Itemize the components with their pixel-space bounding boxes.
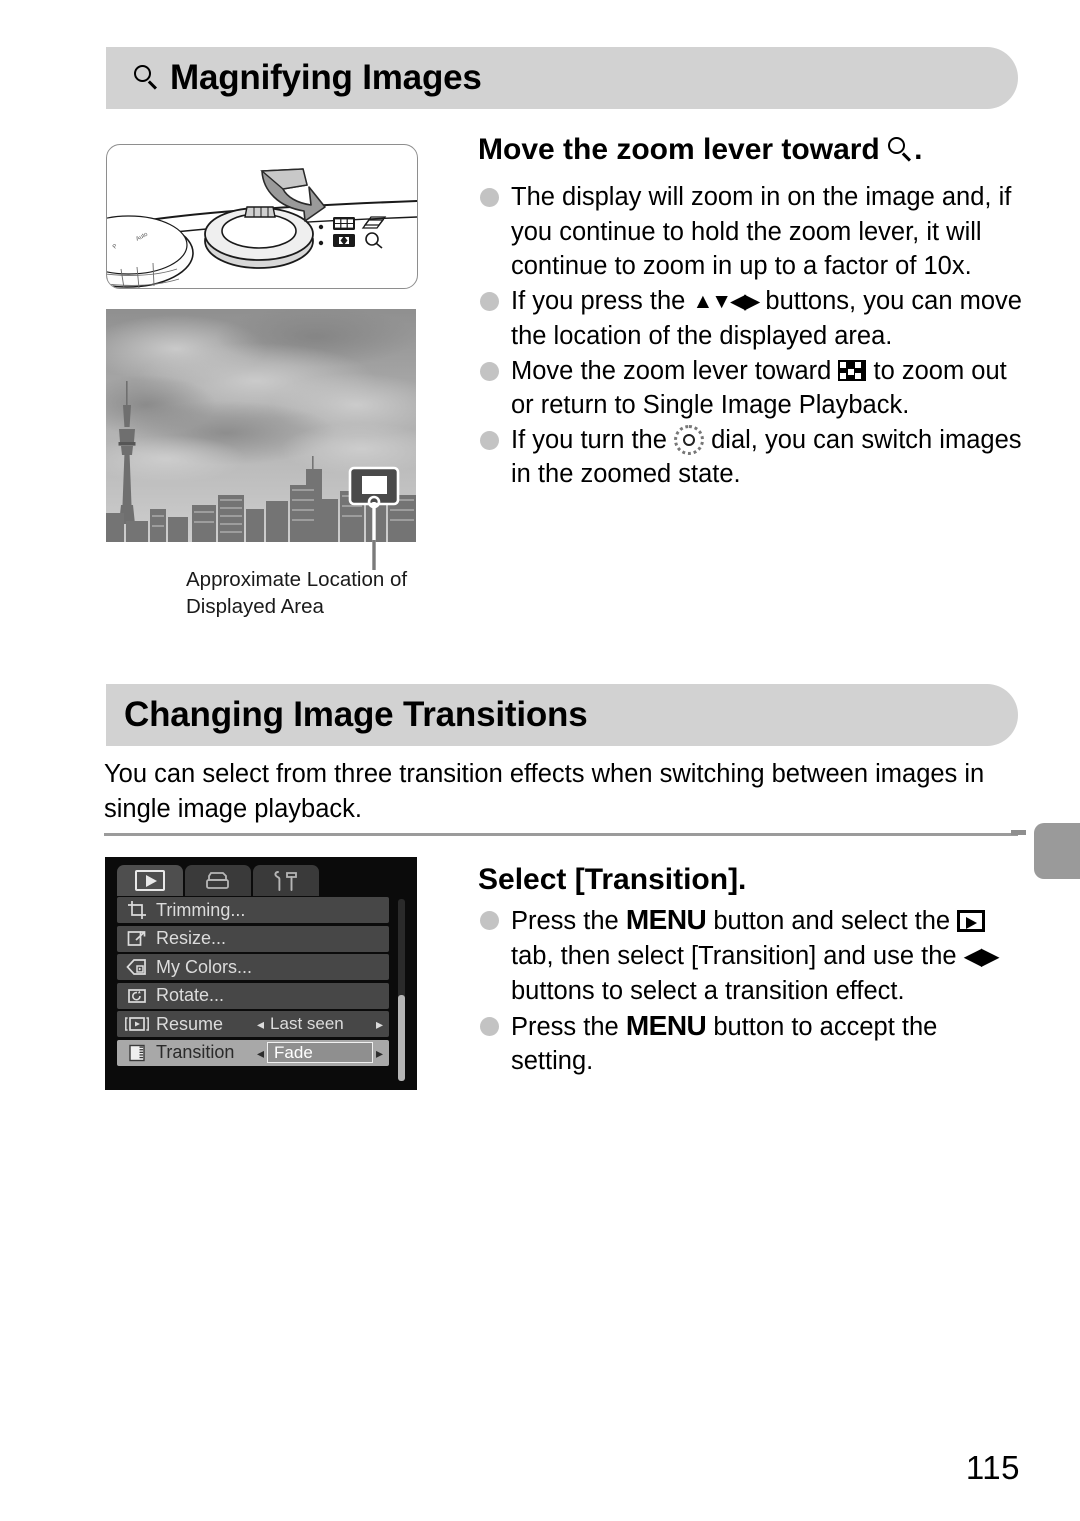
menu-row-my-colors[interactable]: My Colors... bbox=[117, 954, 389, 980]
tab-playback[interactable] bbox=[117, 865, 183, 896]
menu-scrollbar[interactable] bbox=[398, 899, 405, 1081]
left-right-buttons-icon: ◀▶ bbox=[963, 942, 1000, 970]
value-prev-arrow-icon[interactable]: ◂ bbox=[257, 1046, 264, 1060]
resize-icon bbox=[122, 928, 152, 950]
menu-item-list: Trimming... Resize... My Colors... Rotat… bbox=[117, 897, 389, 1068]
intro-paragraph: You can select from three transition eff… bbox=[104, 760, 985, 823]
menu-button-label: MENU bbox=[625, 1009, 707, 1041]
menu-row-label: Trimming... bbox=[156, 899, 246, 920]
photo-caption: Approximate Location of Displayed Area bbox=[186, 568, 408, 618]
menu-button-label: MENU bbox=[625, 904, 707, 935]
printer-icon bbox=[206, 871, 229, 889]
list-item: The display will zoom in on the image an… bbox=[478, 180, 1023, 284]
sample-photo-cityscape bbox=[106, 309, 416, 542]
step-heading-move-zoom-lever: Move the zoom lever toward . bbox=[478, 133, 922, 167]
menu-row-label: Rotate... bbox=[156, 985, 225, 1005]
step-bullets-transitions: Press the MENU button and select the tab… bbox=[478, 903, 1023, 1079]
list-item: If you press the ▲▼◀▶ buttons, you can m… bbox=[478, 284, 1023, 354]
updown-leftright-buttons-icon: ▲▼◀▶ bbox=[692, 289, 760, 313]
bullet-text-p4: buttons to select a transition effect. bbox=[511, 977, 905, 1005]
section-title: Magnifying Images bbox=[170, 58, 482, 97]
value-next-arrow-icon[interactable]: ▸ bbox=[376, 1017, 383, 1031]
list-item: Move the zoom lever toward to zoom out o… bbox=[478, 354, 1023, 423]
menu-row-label: Resize... bbox=[156, 928, 227, 948]
tab-settings[interactable] bbox=[253, 865, 319, 896]
list-item: Press the MENU button to accept the sett… bbox=[478, 1009, 1023, 1079]
bullet-text-p1: Press the bbox=[511, 907, 626, 935]
index-view-icon bbox=[838, 359, 867, 381]
value-box[interactable]: Fade bbox=[267, 1042, 373, 1063]
section-heading-magnifying-images: Magnifying Images bbox=[106, 47, 1018, 109]
thumb-index-dash bbox=[1011, 830, 1026, 835]
menu-row-value[interactable]: ◂ Fade ▸ bbox=[257, 1042, 383, 1063]
control-dial-icon bbox=[674, 424, 705, 455]
menu-row-resize[interactable]: Resize... bbox=[117, 925, 389, 952]
divider bbox=[104, 833, 1018, 836]
menu-row-value[interactable]: ◂ Last seen ▸ bbox=[257, 1014, 383, 1035]
step-heading-text: Move the zoom lever toward bbox=[478, 133, 880, 166]
menu-tab-bar bbox=[117, 865, 321, 896]
thumb-index-tab bbox=[1034, 823, 1080, 879]
bullet-text-p3: tab, then select [Transition] and use th… bbox=[511, 941, 964, 970]
wrench-hammer-icon bbox=[274, 870, 297, 891]
section-heading-changing-image-transitions: Changing Image Transitions bbox=[106, 684, 1018, 746]
bullet-text-pre: If you press the bbox=[511, 286, 693, 315]
transition-icon bbox=[122, 1042, 152, 1064]
section-title: Changing Image Transitions bbox=[124, 695, 588, 734]
bullet-dot-icon bbox=[480, 361, 499, 381]
menu-row-rotate[interactable]: Rotate... bbox=[117, 982, 389, 1009]
list-item: Press the MENU button and select the tab… bbox=[478, 903, 1023, 1009]
camera-top-illustration: Auto P Av Tv M bbox=[106, 144, 418, 289]
bullet-dot-icon bbox=[480, 188, 499, 207]
bullet-text-pre: If you turn the bbox=[511, 425, 675, 454]
trimming-icon bbox=[122, 899, 152, 921]
camera-menu-screenshot: Trimming... Resize... My Colors... Rotat… bbox=[105, 857, 417, 1090]
value-text: Fade bbox=[274, 1042, 313, 1062]
step-bullets-magnifying: The display will zoom in on the image an… bbox=[478, 180, 1023, 492]
list-item: If you turn the dial, you can switch ima… bbox=[478, 423, 1023, 492]
menu-row-resume[interactable]: Resume ◂ Last seen ▸ bbox=[117, 1011, 389, 1037]
bullet-text-pre: Move the zoom lever toward bbox=[511, 356, 839, 385]
location-indicator bbox=[348, 466, 400, 506]
menu-row-label: Transition bbox=[156, 1042, 235, 1062]
menu-row-label: Resume bbox=[156, 1013, 224, 1034]
bullet-dot-icon bbox=[480, 430, 499, 450]
value-text: Last seen bbox=[270, 1014, 344, 1033]
resume-icon bbox=[122, 1013, 152, 1035]
bullet-text-p1: Press the bbox=[511, 1012, 626, 1041]
bullet-text: The display will zoom in on the image an… bbox=[511, 183, 1012, 280]
menu-row-trimming[interactable]: Trimming... bbox=[117, 897, 389, 923]
step-heading-period: . bbox=[914, 133, 923, 166]
my-colors-icon bbox=[122, 956, 152, 978]
menu-row-label: My Colors... bbox=[156, 956, 253, 977]
menu-scrollbar-thumb[interactable] bbox=[398, 995, 405, 1081]
bullet-dot-icon bbox=[480, 291, 499, 311]
magnifier-icon bbox=[134, 65, 160, 91]
playback-tab-icon bbox=[957, 910, 986, 932]
magnifier-icon bbox=[888, 137, 914, 163]
bullet-text-p2: button and select the bbox=[706, 907, 958, 935]
rotate-icon bbox=[122, 985, 152, 1007]
page-number: 115 bbox=[965, 1449, 1020, 1486]
value-next-arrow-icon[interactable]: ▸ bbox=[376, 1046, 383, 1060]
play-icon bbox=[135, 870, 165, 891]
bullet-dot-icon bbox=[480, 1016, 499, 1036]
bullet-dot-icon bbox=[480, 911, 499, 930]
menu-row-transition[interactable]: Transition ◂ Fade ▸ bbox=[117, 1039, 389, 1066]
step-heading-select-transition: Select [Transition]. bbox=[478, 863, 747, 896]
value-prev-arrow-icon[interactable]: ◂ bbox=[257, 1017, 264, 1031]
tab-print[interactable] bbox=[185, 865, 251, 896]
